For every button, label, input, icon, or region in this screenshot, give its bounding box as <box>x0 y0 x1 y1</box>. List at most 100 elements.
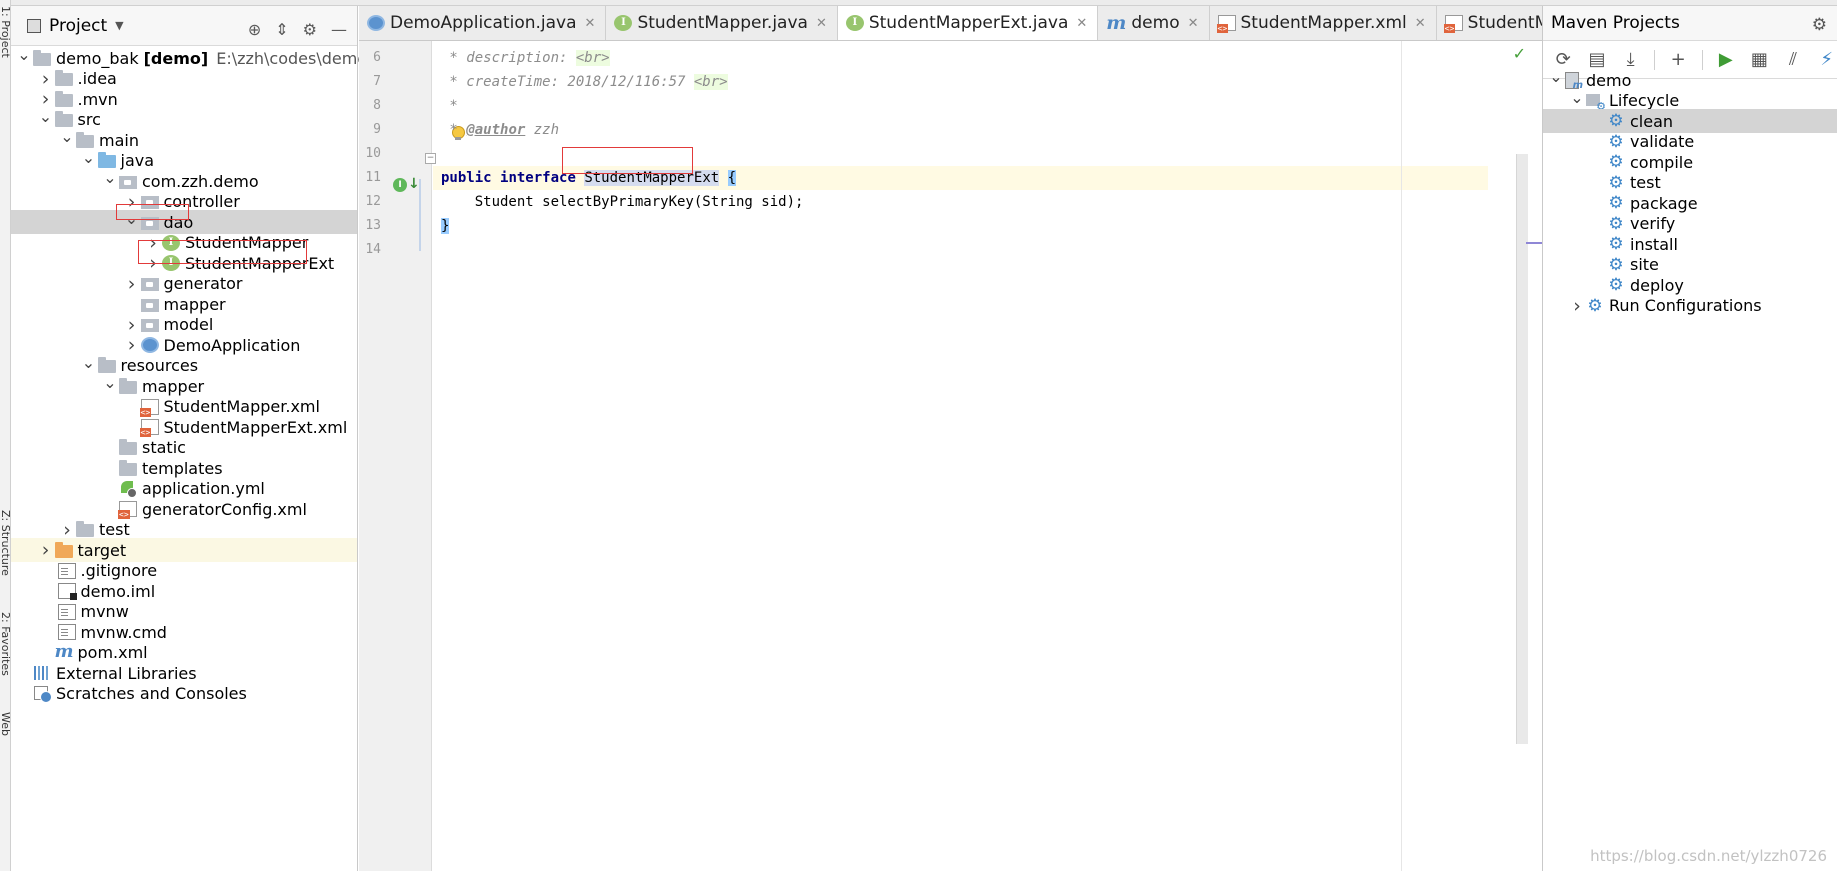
iml-icon <box>57 583 77 600</box>
gear-icon: ⚙ <box>1608 152 1624 172</box>
folder-icon <box>119 439 137 455</box>
code-line-12: Student selectByPrimaryKey(String sid); <box>433 190 1488 214</box>
chevron-down-icon[interactable]: ⌄ <box>101 170 119 186</box>
keyword-public: public <box>441 170 492 186</box>
javadoc-tag: @author <box>466 122 526 138</box>
gear-icon: ⚙ <box>1587 295 1603 316</box>
chevron-down-icon[interactable]: ⌄ <box>123 211 141 227</box>
package-icon <box>140 278 159 291</box>
chevron-down-icon[interactable]: ⌄ <box>1547 69 1565 85</box>
tree-item-label: Scratches and Consoles <box>56 684 247 703</box>
implemented-interface-icon[interactable]: I <box>393 178 407 192</box>
add-icon[interactable]: + <box>1668 49 1689 70</box>
favorites-tool-tab[interactable]: 2: Favorites <box>0 612 10 676</box>
close-brace: } <box>441 218 450 234</box>
method-declaration: Student selectByPrimaryKey(String sid); <box>441 194 804 210</box>
package-icon <box>140 196 159 209</box>
project-tool-tab[interactable]: 1: Project <box>0 6 10 58</box>
tree-item-label: demo_bak <box>56 48 139 68</box>
web-tool-tab[interactable]: Web <box>0 712 10 736</box>
toolbar-separator <box>1701 49 1703 70</box>
chevron-down-icon[interactable]: ⌄ <box>101 375 119 391</box>
package-icon <box>119 175 137 189</box>
editor-tab[interactable]: DemoApplication.java ✕ <box>359 6 607 40</box>
collapse-all-icon[interactable]: ⇕ <box>275 20 288 39</box>
download-icon[interactable]: ⤓ <box>1620 49 1641 70</box>
project-panel-title[interactable]: Project <box>49 16 107 36</box>
xml-icon <box>118 501 137 519</box>
editor-tab[interactable]: StudentMapperExt.xml✕ <box>1437 6 1542 40</box>
code-line-13: } <box>433 214 1488 238</box>
tree-item-label: static <box>142 438 186 457</box>
close-icon[interactable]: ✕ <box>1188 16 1199 31</box>
editor-tab[interactable]: StudentMapper.xml ✕ <box>1210 6 1437 40</box>
editor-gutter: 6 7 8 9 10 11 12 13 14 − I ↓ <box>359 41 436 871</box>
editor-tab[interactable]: I StudentMapper.java ✕ <box>606 6 838 40</box>
toggle-offline-icon[interactable]: ⫽ <box>1783 49 1804 70</box>
tree-item-label: com.zzh.demo <box>142 171 259 191</box>
maven-item-label: test <box>1630 173 1661 192</box>
toolbar-separator <box>1653 49 1655 70</box>
chevron-down-icon[interactable]: ⌄ <box>1568 89 1586 105</box>
tree-item-label: mvnw <box>80 602 129 621</box>
maven-tree-item[interactable]: › ⚙ Run Configurations <box>1543 294 1837 318</box>
editor-tab[interactable]: I StudentMapperExt.java ✕ <box>837 6 1099 40</box>
tree-item-label: StudentMapperExt <box>185 253 335 273</box>
tree-item-label: pom.xml <box>77 643 148 662</box>
chevron-down-icon[interactable]: ⌄ <box>15 47 33 63</box>
down-arrow-icon[interactable]: ↓ <box>408 176 420 192</box>
close-icon[interactable]: ✕ <box>816 16 827 31</box>
locate-icon[interactable]: ⊕ <box>248 20 261 39</box>
code-area[interactable]: * description: <br> * createTime: 2018/1… <box>433 41 1488 871</box>
folder-icon <box>119 459 137 476</box>
error-stripe-mark[interactable] <box>1526 242 1542 244</box>
chevron-down-icon[interactable]: ⌄ <box>58 129 76 145</box>
interface-icon: I <box>614 15 633 31</box>
gear-icon[interactable]: ⚙ <box>1812 15 1827 35</box>
html-tag-text: <br> <box>575 50 610 66</box>
run-icon[interactable]: ▶ <box>1715 49 1736 70</box>
gear-icon: ⚙ <box>1608 193 1624 213</box>
package-icon <box>140 216 159 230</box>
gear-icon: ⚙ <box>1608 254 1624 275</box>
chevron-right-icon[interactable]: › <box>1568 295 1586 317</box>
close-icon[interactable]: ✕ <box>1415 16 1426 31</box>
tree-item[interactable]: ›Scratches and Consoles <box>11 682 357 706</box>
class-icon <box>140 337 159 353</box>
gear-icon[interactable]: ⚙ <box>303 20 317 39</box>
editor-tab[interactable]: m demo ✕ <box>1098 6 1210 40</box>
folder-blue-icon <box>97 152 116 168</box>
chevron-down-icon[interactable]: ⌄ <box>80 149 98 165</box>
code-line-7: * createTime: 2018/12/116:57 <br> <box>433 70 1488 94</box>
tree-item-label: application.yml <box>142 479 265 498</box>
tree-item-label: controller <box>163 192 240 211</box>
folder-icon <box>76 131 94 148</box>
folder-icon <box>76 521 94 537</box>
chevron-down-icon[interactable]: ⌄ <box>80 354 98 370</box>
execute-goal-icon[interactable]: ▦ <box>1749 49 1770 70</box>
inspection-ok-icon[interactable]: ✓ <box>1513 44 1526 63</box>
right-margin-guide <box>1401 41 1402 871</box>
tree-item-label: mvnw.cmd <box>80 622 167 642</box>
gear-icon: ⚙ <box>1608 172 1624 193</box>
skip-tests-icon[interactable]: ⚡ <box>1816 49 1837 70</box>
hide-icon[interactable]: — <box>331 20 347 39</box>
project-panel: Project ▼ ⊕ ⇕ ⚙ — ⌄ demo_bak [demo] E:\zzh\… <box>11 6 393 871</box>
structure-tool-tab[interactable]: Z: Structure <box>0 510 10 576</box>
chevron-down-icon[interactable]: ⌄ <box>37 108 55 124</box>
tree-item-label: mapper <box>163 294 226 314</box>
file-icon <box>57 562 76 579</box>
close-icon[interactable]: ✕ <box>585 16 596 31</box>
chevron-down-icon[interactable]: ▼ <box>115 19 123 32</box>
tree-item-label: resources <box>120 356 199 375</box>
maven-icon: m <box>1106 12 1127 34</box>
maven-item-label: clean <box>1630 111 1674 131</box>
folder-icon <box>97 357 116 373</box>
html-tag-text: <br> <box>693 74 728 90</box>
editor-tabs: DemoApplication.java ✕ I StudentMapper.java… <box>359 6 1542 41</box>
interface-name[interactable]: StudentMapperExt <box>584 170 720 186</box>
close-icon[interactable]: ✕ <box>1076 16 1087 31</box>
xml-icon <box>1216 15 1236 33</box>
generate-sources-icon[interactable]: ▤ <box>1587 49 1608 70</box>
comment-text: * description: <box>441 50 576 66</box>
